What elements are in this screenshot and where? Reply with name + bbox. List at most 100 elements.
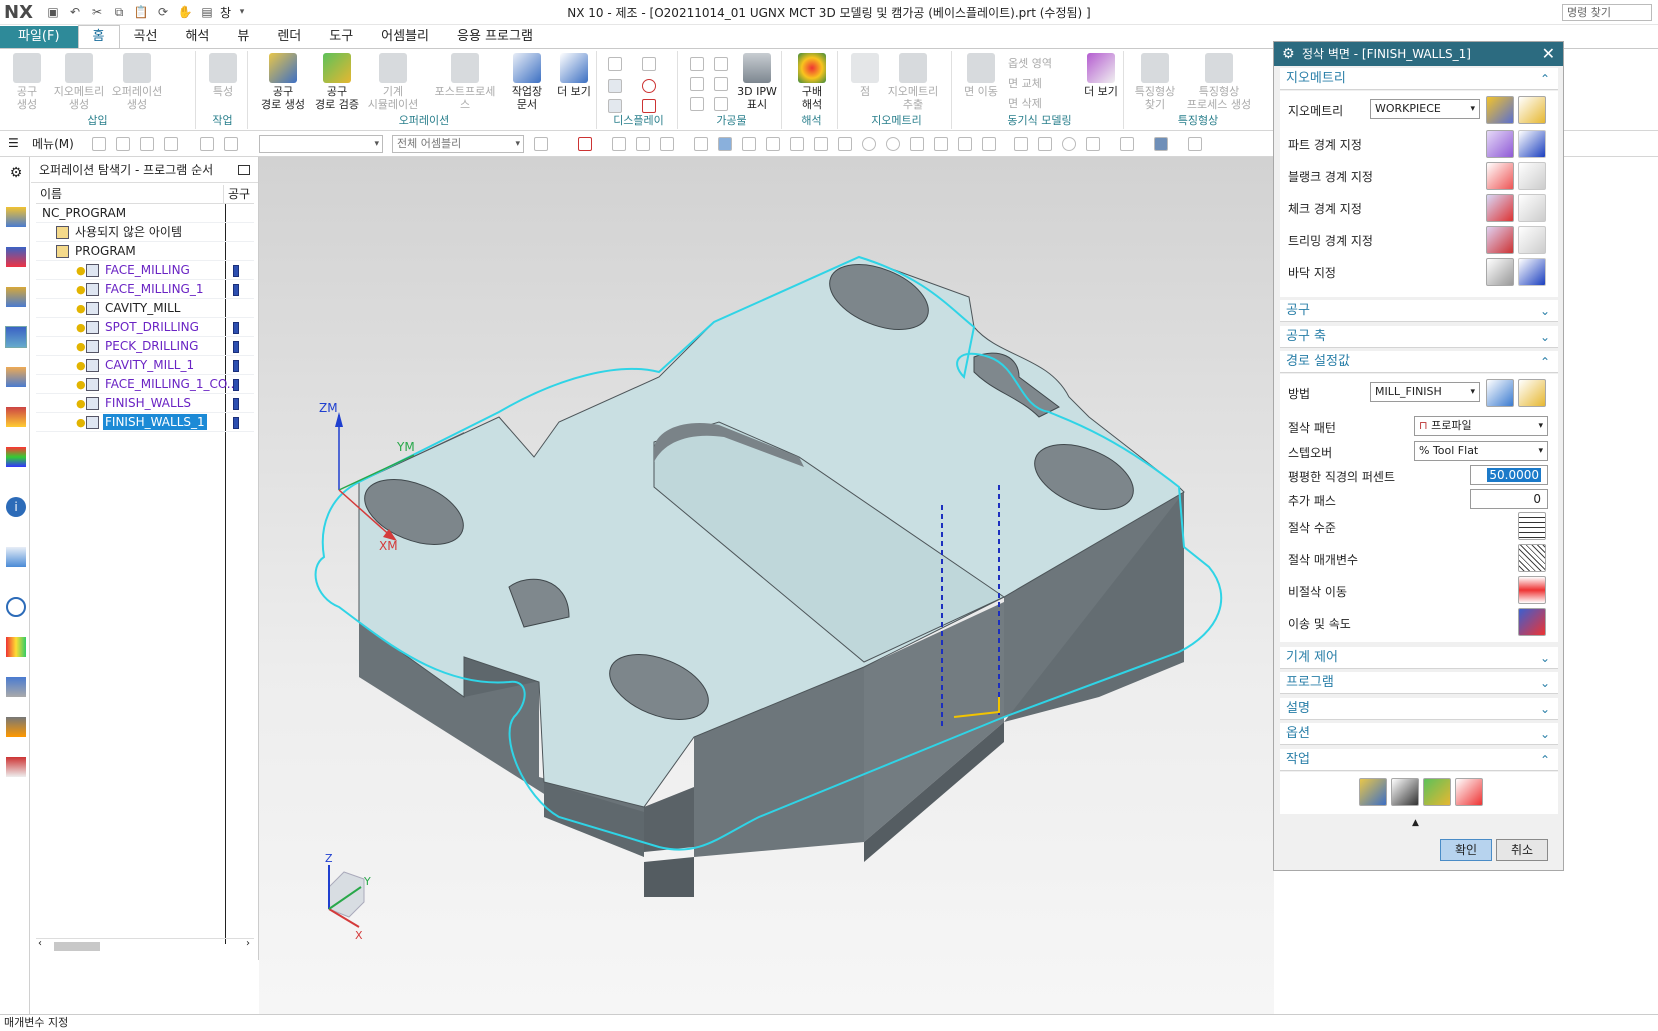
- offset-region-button[interactable]: 옵셋 영역: [1008, 55, 1052, 71]
- snap-icon[interactable]: [766, 137, 780, 151]
- scroll-thumb[interactable]: [54, 942, 100, 951]
- shop-documentation-button[interactable]: 작업장 문서: [500, 53, 554, 111]
- flat-diameter-percent-input[interactable]: 50.0000: [1470, 465, 1548, 485]
- window-icon[interactable]: ▤: [198, 4, 216, 20]
- graphics-window[interactable]: ZM YM XM Z Y X: [259, 157, 1274, 1014]
- paste-icon[interactable]: 📋: [132, 4, 150, 20]
- snap-icon[interactable]: [612, 137, 626, 151]
- menu-button[interactable]: 메뉴(M): [28, 135, 78, 152]
- view-icon[interactable]: [1014, 137, 1028, 151]
- chevron-down-icon[interactable]: ▾: [233, 4, 251, 20]
- properties-button[interactable]: 특성: [196, 53, 250, 98]
- trim-boundary-icon[interactable]: [1486, 226, 1514, 254]
- new-geometry-icon[interactable]: [1486, 96, 1514, 124]
- snap-icon[interactable]: [838, 137, 852, 151]
- filter-icon[interactable]: [116, 137, 130, 151]
- tree-row[interactable]: ● CAVITY_MILL_1: [36, 356, 254, 375]
- maximize-icon[interactable]: [238, 165, 250, 175]
- view-icon[interactable]: [1188, 137, 1202, 151]
- move-face-button[interactable]: 면 이동: [954, 53, 1008, 98]
- new-method-icon[interactable]: [1486, 379, 1514, 407]
- section-actions[interactable]: 작업 ⌃: [1280, 749, 1558, 771]
- display-icon[interactable]: [608, 99, 622, 113]
- geometry-dropdown[interactable]: WORKPIECE ▾: [1370, 99, 1480, 119]
- tree-row[interactable]: 사용되지 않은 아이템: [36, 223, 254, 242]
- snap-icon[interactable]: [718, 137, 732, 151]
- flashlight-icon[interactable]: [1518, 194, 1546, 222]
- palette-icon[interactable]: [6, 637, 26, 657]
- snap-icon[interactable]: [694, 137, 708, 151]
- create-operation-button[interactable]: 오퍼레이션 생성: [110, 53, 164, 111]
- section-geometry[interactable]: 지오메트리 ⌃: [1280, 68, 1558, 90]
- more-sync-button[interactable]: 더 보기: [1074, 53, 1128, 98]
- additional-passes-input[interactable]: 0: [1470, 489, 1548, 509]
- snap-icon[interactable]: [862, 137, 876, 151]
- tree-row[interactable]: ● SPOT_DRILLING: [36, 318, 254, 337]
- display-icon[interactable]: [642, 79, 656, 93]
- draft-analysis-button[interactable]: 구배 해석: [785, 53, 839, 111]
- display-icon[interactable]: [608, 79, 622, 93]
- rotate-icon[interactable]: [1062, 137, 1076, 151]
- filter-icon[interactable]: [92, 137, 106, 151]
- flashlight-icon[interactable]: [1518, 258, 1546, 286]
- workpiece-icon[interactable]: [690, 97, 704, 111]
- tree-row[interactable]: ● PECK_DRILLING: [36, 337, 254, 356]
- stepover-dropdown[interactable]: % Tool Flat ▾: [1414, 441, 1548, 461]
- create-tool-button[interactable]: 공구 생성: [0, 53, 54, 111]
- snap-icon[interactable]: [660, 137, 674, 151]
- check-boundary-icon[interactable]: [1486, 194, 1514, 222]
- workpiece-icon[interactable]: [690, 77, 704, 91]
- tab-tools[interactable]: 도구: [315, 26, 367, 48]
- tab-curve[interactable]: 곡선: [120, 26, 172, 48]
- tree-row[interactable]: ● FINISH_WALLS_1: [36, 413, 254, 432]
- display-icon[interactable]: [642, 57, 656, 71]
- workpiece-icon[interactable]: [714, 77, 728, 91]
- scroll-right-icon[interactable]: ›: [246, 938, 250, 949]
- column-name-header[interactable]: 이름: [36, 185, 224, 203]
- generate-icon[interactable]: [1359, 778, 1387, 806]
- save-icon[interactable]: ▣: [44, 4, 62, 20]
- snap-icon[interactable]: [814, 137, 828, 151]
- delete-face-button[interactable]: 면 삭제: [1008, 95, 1042, 111]
- snap-icon[interactable]: [886, 137, 900, 151]
- postprocess-button[interactable]: 포스트프로세스: [430, 53, 500, 111]
- horizontal-scrollbar[interactable]: ‹ ›: [36, 938, 254, 952]
- reuse-library-icon[interactable]: [6, 447, 26, 467]
- edit-wrench-icon[interactable]: [1518, 96, 1546, 124]
- operation-navigator-icon[interactable]: [5, 326, 27, 348]
- command-search-input[interactable]: 명령 찾기: [1562, 4, 1652, 21]
- point-button[interactable]: 점: [838, 53, 892, 98]
- tree-row[interactable]: PROGRAM: [36, 242, 254, 261]
- workpiece-icon[interactable]: [714, 57, 728, 71]
- process-studio-icon[interactable]: [6, 677, 26, 697]
- close-icon[interactable]: ✕: [1542, 42, 1555, 66]
- section-options[interactable]: 옵션 ⌄: [1280, 723, 1558, 745]
- render-style-icon[interactable]: [1154, 137, 1168, 151]
- section-tool[interactable]: 공구 ⌄: [1280, 300, 1558, 322]
- tab-file[interactable]: 파일(F): [0, 26, 78, 48]
- verify-toolpath-button[interactable]: 공구 경로 검증: [310, 53, 364, 111]
- snap-icon[interactable]: [578, 137, 592, 151]
- web-browser-icon[interactable]: [6, 547, 26, 567]
- cutting-parameters-icon[interactable]: [1518, 544, 1546, 572]
- section-program[interactable]: 프로그램 ⌄: [1280, 672, 1558, 694]
- verify-icon[interactable]: [1423, 778, 1451, 806]
- filter-icon[interactable]: [140, 137, 154, 151]
- tree-row[interactable]: ● FINISH_WALLS: [36, 394, 254, 413]
- model-view[interactable]: ZM YM XM Z Y X: [259, 157, 1274, 1014]
- generate-toolpath-button[interactable]: 공구 경로 생성: [256, 53, 310, 111]
- part-boundary-icon[interactable]: [1486, 130, 1514, 158]
- cut-levels-icon[interactable]: [1518, 512, 1546, 540]
- create-feature-process-button[interactable]: 특징형상 프로세스 생성: [1184, 53, 1254, 111]
- selection-scope-combo[interactable]: 전체 어셈블리 ▾: [392, 135, 524, 153]
- info-icon[interactable]: i: [6, 497, 26, 517]
- feeds-speeds-icon[interactable]: [1518, 608, 1546, 636]
- snap-icon[interactable]: [958, 137, 972, 151]
- ok-button[interactable]: 확인: [1440, 839, 1492, 861]
- tree-row[interactable]: ● FACE_MILLING: [36, 261, 254, 280]
- repeat-command-icon[interactable]: ⟳: [154, 4, 172, 20]
- blank-boundary-icon[interactable]: [1486, 162, 1514, 190]
- display-icon[interactable]: [642, 99, 656, 113]
- replay-icon[interactable]: [1391, 778, 1419, 806]
- snap-icon[interactable]: [934, 137, 948, 151]
